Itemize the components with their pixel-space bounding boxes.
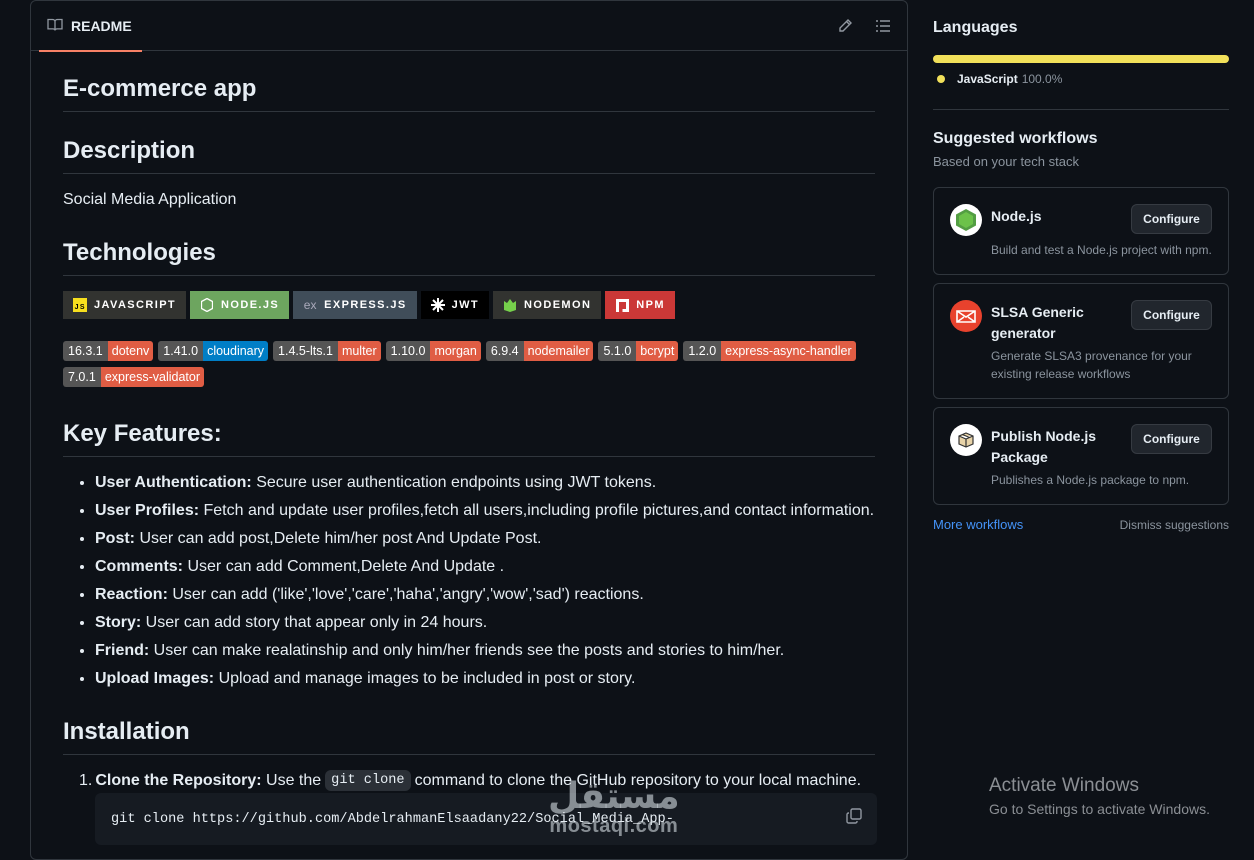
workflow-title: Node.js — [991, 208, 1042, 224]
package-box-icon — [950, 424, 982, 456]
suggested-workflows-heading: Suggested workflows — [933, 130, 1098, 147]
installation-heading: Installation — [63, 718, 875, 755]
activate-windows-title: Activate Windows — [989, 775, 1139, 796]
version-badge-dotenv[interactable]: 16.3.1 dotenv — [63, 341, 154, 361]
install-step-title: Clone the Repository: — [95, 771, 262, 789]
language-color-dot — [937, 75, 945, 83]
express-logo-icon: ex — [303, 298, 317, 312]
tech-badge-expressjs[interactable]: ex EXPRESS.JS — [293, 291, 417, 319]
workflow-title: Publish Node.js Package — [991, 428, 1097, 465]
version-badge-express-validator[interactable]: 7.0.1 express-validator — [63, 367, 204, 387]
workflow-card-publish-nodejs: Publish Node.js Package Publishes a Node… — [933, 407, 1229, 505]
mostaql-watermark: مستقل mostaql.com — [548, 776, 680, 837]
install-step: 1. Clone the Repository: Use the git clo… — [79, 770, 861, 791]
features-list: User Authentication: Secure user authent… — [95, 472, 874, 696]
divider — [933, 109, 1229, 110]
tech-badge-jwt[interactable]: JWT — [420, 291, 490, 319]
tech-badge-javascript[interactable]: JS JAVASCRIPT — [63, 291, 187, 319]
list-item: Upload Images: Upload and manage images … — [95, 668, 874, 696]
list-item: Reaction: User can add ('like','love','c… — [95, 584, 874, 612]
configure-button[interactable]: Configure — [1131, 300, 1212, 330]
configure-button[interactable]: Configure — [1131, 424, 1212, 454]
book-icon — [47, 17, 63, 36]
workflow-card-nodejs: Node.js Build and test a Node.js project… — [933, 187, 1229, 275]
readme-tab[interactable]: README — [39, 1, 142, 52]
description-heading: Description — [63, 137, 875, 174]
workflow-description: Build and test a Node.js project with np… — [991, 243, 1212, 257]
language-percent: 100.0% — [1021, 72, 1063, 86]
copy-icon[interactable] — [845, 807, 863, 825]
readme-tab-label: README — [71, 18, 132, 34]
workflow-title: SLSA Generic generator — [991, 304, 1084, 341]
workflow-description: Generate SLSA3 provenance for your exist… — [991, 349, 1192, 381]
windows-activation-notice: Activate Windows Go to Settings to activ… — [989, 775, 1210, 817]
list-item: Post: User can add post,Delete him/her p… — [95, 528, 874, 556]
language-item[interactable]: JavaScript 100.0% — [937, 72, 1062, 86]
features-heading: Key Features: — [63, 420, 875, 457]
version-badge-bcrypt[interactable]: 5.1.0 bcrypt — [598, 341, 679, 361]
description-text: Social Media Application — [63, 191, 237, 208]
slsa-logo-icon — [950, 300, 982, 332]
version-badge-express-async-handler[interactable]: 1.2.0 express-async-handler — [683, 341, 856, 361]
version-badge-morgan[interactable]: 1.10.0 morgan — [385, 341, 481, 361]
install-step-number: 1. — [79, 771, 93, 789]
nodejs-logo-icon — [200, 298, 214, 312]
technologies-heading: Technologies — [63, 239, 875, 276]
nodemon-logo-icon — [503, 298, 517, 312]
outline-list-icon[interactable] — [874, 17, 892, 35]
readme-header: README — [31, 1, 907, 52]
install-step-pre: Use the — [261, 771, 322, 789]
dismiss-suggestions-link[interactable]: Dismiss suggestions — [1120, 518, 1229, 532]
tech-badge-npm[interactable]: NPM — [605, 291, 675, 319]
configure-button[interactable]: Configure — [1131, 204, 1212, 234]
list-item: Friend: User can make realatinship and o… — [95, 640, 874, 668]
version-badge-cloudinary[interactable]: 1.41.0 cloudinary — [158, 341, 269, 361]
list-item: Story: User can add story that appear on… — [95, 612, 874, 640]
tech-badge-nodejs[interactable]: NODE.JS — [190, 291, 290, 319]
more-workflows-link[interactable]: More workflows — [933, 517, 1023, 532]
workflow-card-slsa: SLSA Generic generator Generate SLSA3 pr… — [933, 283, 1229, 399]
languages-heading: Languages — [933, 19, 1018, 36]
inline-code: git clone — [325, 770, 411, 791]
language-bar — [933, 55, 1229, 63]
readme-title: E-commerce app — [63, 75, 875, 112]
list-item: User Authentication: Secure user authent… — [95, 472, 874, 500]
suggested-workflows-subtitle: Based on your tech stack — [933, 154, 1079, 169]
version-badge-multer[interactable]: 1.4.5-lts.1 multer — [273, 341, 381, 361]
tech-badge-nodemon[interactable]: NODEMON — [493, 291, 602, 319]
list-item: User Profiles: Fetch and update user pro… — [95, 500, 874, 528]
workflow-description: Publishes a Node.js package to npm. — [991, 473, 1190, 487]
jwt-logo-icon — [430, 298, 445, 312]
nodejs-hexagon-icon — [950, 204, 982, 236]
edit-pencil-icon[interactable] — [836, 17, 854, 35]
js-logo-icon: JS — [73, 298, 87, 312]
activate-windows-subtitle: Go to Settings to activate Windows. — [989, 801, 1210, 817]
watermark-arabic: مستقل — [548, 776, 680, 817]
language-name: JavaScript — [957, 72, 1018, 86]
npm-logo-icon — [615, 298, 629, 312]
version-badges: 16.3.1 dotenv 1.41.0 cloudinary 1.4.5-lts.… — [63, 341, 883, 387]
code-block: git clone https://github.com/Abdelrahman… — [95, 793, 877, 845]
watermark-latin: mostaql.com — [549, 815, 679, 837]
readme-panel: README E-commerce app Description Social… — [30, 0, 908, 860]
list-item: Comments: User can add Comment,Delete An… — [95, 556, 874, 584]
tech-badges: JS JAVASCRIPT NODE.JS ex EXPRESS.JS JWT … — [63, 291, 675, 319]
version-badge-nodemailer[interactable]: 6.9.4 nodemailer — [485, 341, 594, 361]
